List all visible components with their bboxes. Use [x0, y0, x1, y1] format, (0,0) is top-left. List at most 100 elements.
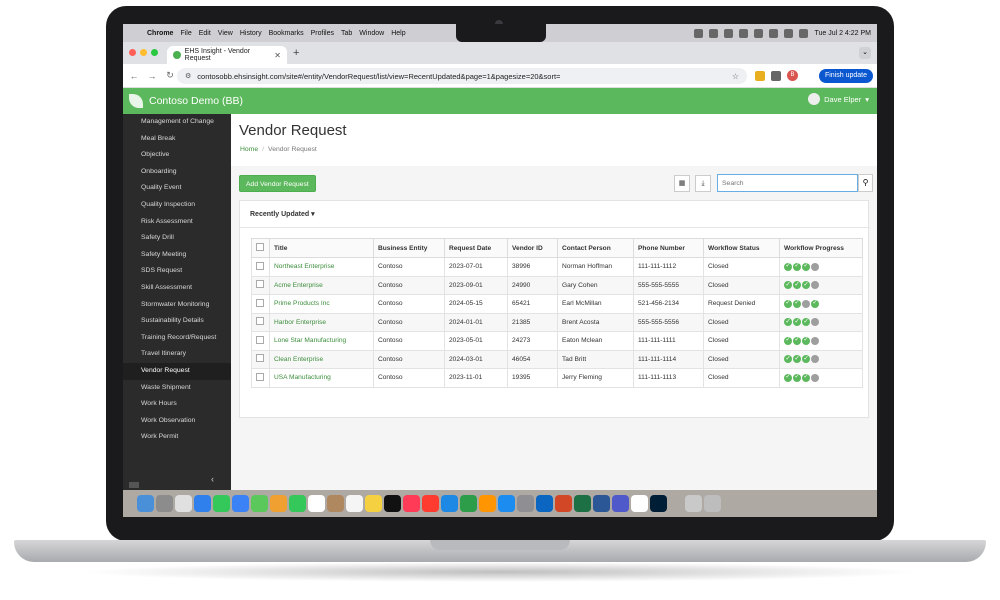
- sidebar-item-safety-drill[interactable]: Safety Drill: [123, 230, 231, 247]
- sidebar-item-sustainability-details[interactable]: Sustainability Details: [123, 313, 231, 330]
- sidebar-item-work-hours[interactable]: Work Hours: [123, 396, 231, 413]
- photos-icon[interactable]: [270, 495, 287, 512]
- breadcrumb-home-link[interactable]: Home: [240, 146, 258, 153]
- sidebar-item-skill-assessment[interactable]: Skill Assessment: [123, 280, 231, 297]
- site-info-icon[interactable]: ⚙: [185, 72, 191, 80]
- zoom-window-icon[interactable]: [151, 49, 158, 56]
- reminders-icon[interactable]: [346, 495, 363, 512]
- row-checkbox[interactable]: [256, 298, 264, 307]
- sidebar-item-travel-itinerary[interactable]: Travel Itinerary: [123, 346, 231, 363]
- sidebar-item-sds-request[interactable]: SDS Request: [123, 263, 231, 280]
- sidebar-item-meal-break[interactable]: Meal Break: [123, 131, 231, 148]
- sidebar-item-quality-inspection[interactable]: Quality Inspection: [123, 197, 231, 214]
- table-row[interactable]: USA Manufacturing Contoso 2023-11-01 19395 J…: [251, 368, 863, 388]
- outlook-icon[interactable]: [536, 495, 553, 512]
- notion-tray-icon[interactable]: [724, 28, 734, 38]
- music-icon[interactable]: [403, 495, 420, 512]
- excel-icon[interactable]: [574, 495, 591, 512]
- row-checkbox[interactable]: [256, 335, 264, 344]
- row-checkbox[interactable]: [256, 372, 264, 381]
- settings-partial-icon[interactable]: [129, 482, 139, 488]
- table-row[interactable]: Prime Products Inc Contoso 2024-05-15 65421…: [251, 294, 863, 314]
- search-tray-icon[interactable]: [784, 28, 794, 38]
- column-header-business-entity[interactable]: Business Entity: [373, 238, 445, 258]
- menubar-clock[interactable]: Tue Jul 2 4:22 PM: [814, 30, 871, 37]
- row-checkbox[interactable]: [256, 317, 264, 326]
- settings-icon[interactable]: [517, 495, 534, 512]
- calendar-icon[interactable]: [308, 495, 325, 512]
- menu-window[interactable]: Window: [359, 30, 384, 37]
- dropbox-icon[interactable]: [739, 28, 749, 38]
- wifi-icon[interactable]: [769, 28, 779, 38]
- sidebar-item-vendor-request[interactable]: Vendor Request: [123, 362, 231, 380]
- row-checkbox[interactable]: [256, 280, 264, 289]
- bookmark-star-icon[interactable]: ☆: [732, 72, 739, 81]
- menu-profiles[interactable]: Profiles: [311, 30, 334, 37]
- row-checkbox[interactable]: [256, 261, 264, 270]
- sidebar-item-work-permit[interactable]: Work Permit: [123, 429, 231, 446]
- cell-title[interactable]: Prime Products Inc: [269, 294, 374, 314]
- close-window-icon[interactable]: [129, 49, 136, 56]
- sidebar-item-quality-event[interactable]: Quality Event: [123, 180, 231, 197]
- collapse-sidebar-icon[interactable]: ‹: [211, 474, 214, 484]
- sidebar-item-work-observation[interactable]: Work Observation: [123, 413, 231, 430]
- tab-search-icon[interactable]: ⌄: [859, 47, 871, 59]
- launchpad-icon[interactable]: [156, 495, 173, 512]
- cell-title[interactable]: USA Manufacturing: [269, 368, 374, 388]
- browser-tab-active[interactable]: EHS Insight - Vendor Request ✕: [167, 46, 287, 64]
- sidebar-item-training-record[interactable]: Training Record/Request: [123, 330, 231, 347]
- chrome-icon[interactable]: [175, 495, 192, 512]
- cell-title[interactable]: Acme Enterprise: [269, 275, 374, 295]
- sidebar-item-risk-assessment[interactable]: Risk Assessment: [123, 214, 231, 231]
- tv-icon[interactable]: [384, 495, 401, 512]
- safari-icon[interactable]: [194, 495, 211, 512]
- cell-title[interactable]: Northeast Enterprise: [269, 257, 374, 277]
- photoshop-icon[interactable]: [650, 495, 667, 512]
- facetime-icon[interactable]: [289, 495, 306, 512]
- cell-title[interactable]: Lone Star Manufacturing: [269, 331, 374, 351]
- battery-icon[interactable]: [754, 28, 764, 38]
- freeform-icon[interactable]: [365, 495, 382, 512]
- sidebar-item-waste-shipment[interactable]: Waste Shipment: [123, 380, 231, 397]
- sidebar-item-safety-meeting[interactable]: Safety Meeting: [123, 247, 231, 264]
- extensions-puzzle-icon[interactable]: [771, 70, 781, 81]
- mail-icon[interactable]: [232, 495, 249, 512]
- sidebar-item-objective[interactable]: Objective: [123, 147, 231, 164]
- cell-title[interactable]: Harbor Enterprise: [269, 312, 374, 332]
- powerpoint-icon[interactable]: [555, 495, 572, 512]
- finish-update-button[interactable]: Finish update: [818, 69, 873, 83]
- menu-bookmarks[interactable]: Bookmarks: [269, 30, 304, 37]
- menu-app-name[interactable]: Chrome: [147, 30, 173, 37]
- table-row[interactable]: Clean Enterprise Contoso 2024-03-01 46054 Ta…: [251, 349, 863, 369]
- column-header-workflow-progress[interactable]: Workflow Progress: [779, 238, 863, 258]
- pages-icon[interactable]: [479, 495, 496, 512]
- keynote-icon[interactable]: [441, 495, 458, 512]
- menu-edit[interactable]: Edit: [199, 30, 211, 37]
- menu-history[interactable]: History: [240, 30, 262, 37]
- minimize-window-icon[interactable]: [140, 49, 147, 56]
- finder-icon[interactable]: [137, 495, 154, 512]
- sidebar-item-stormwater-monitoring[interactable]: Stormwater Monitoring: [123, 297, 231, 314]
- sidebar-item-management-of-change[interactable]: Management of Change: [123, 114, 231, 131]
- notion-icon[interactable]: [631, 495, 648, 512]
- close-tab-icon[interactable]: ✕: [274, 51, 281, 60]
- menu-view[interactable]: View: [218, 30, 233, 37]
- eye-icon[interactable]: [694, 28, 704, 38]
- table-row[interactable]: Acme Enterprise Contoso 2023-09-01 24990 Gar…: [251, 275, 863, 295]
- forward-icon[interactable]: →: [145, 71, 159, 81]
- search-icon[interactable]: ⚲: [858, 174, 873, 192]
- new-tab-icon[interactable]: +: [293, 47, 299, 59]
- cell-title[interactable]: Clean Enterprise: [269, 349, 374, 369]
- column-header-title[interactable]: Title: [269, 238, 374, 258]
- table-row[interactable]: Lone Star Manufacturing Contoso 2023-05-01…: [251, 331, 863, 351]
- control-center-icon[interactable]: [799, 28, 809, 38]
- download-icon[interactable]: ⤓: [695, 175, 711, 192]
- reload-icon[interactable]: ↻: [163, 70, 177, 81]
- column-header-contact-person[interactable]: Contact Person: [557, 238, 634, 258]
- table-row[interactable]: Harbor Enterprise Contoso 2024-01-01 21385 B…: [251, 312, 863, 332]
- column-header-workflow-status[interactable]: Workflow Status: [703, 238, 780, 258]
- menu-tab[interactable]: Tab: [341, 30, 352, 37]
- menu-file[interactable]: File: [180, 30, 191, 37]
- teams-icon[interactable]: [612, 495, 629, 512]
- sidebar-item-onboarding[interactable]: Onboarding: [123, 164, 231, 181]
